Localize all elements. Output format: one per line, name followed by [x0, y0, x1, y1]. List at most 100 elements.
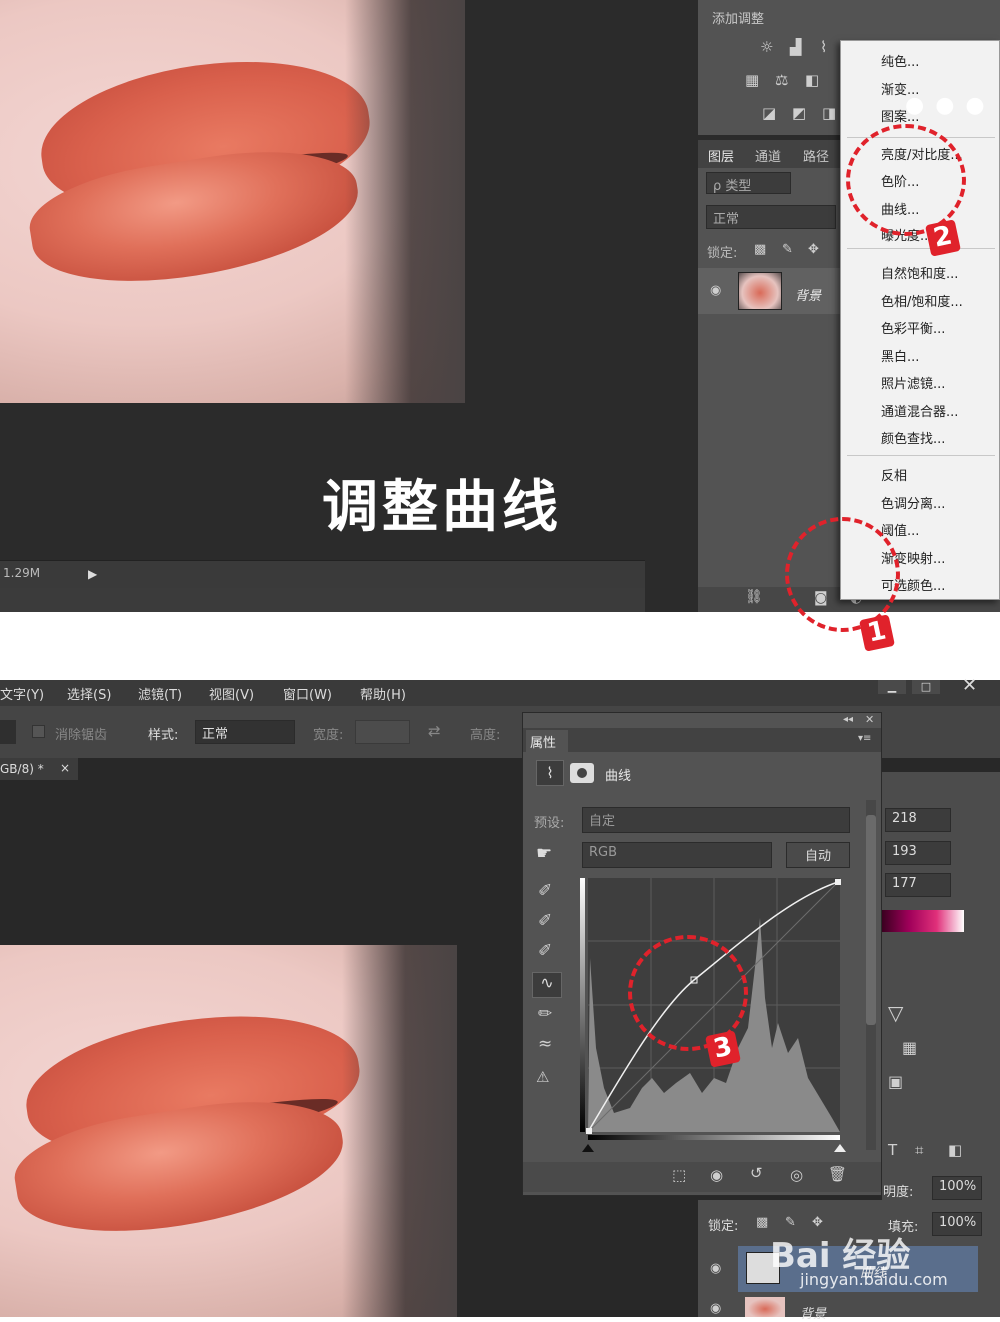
layer-bg-name: 背景 — [800, 1307, 827, 1322]
menu-window[interactable]: 窗口(W) — [283, 684, 332, 703]
color-ramp[interactable] — [882, 910, 964, 932]
close-window-icon[interactable]: ✕ — [962, 675, 977, 696]
channel-select[interactable]: RGB — [582, 842, 772, 868]
color-value-g[interactable]: 193 — [885, 841, 951, 865]
menu-item-photo-filter[interactable]: 照片滤镜... — [881, 373, 945, 392]
funnel-icon[interactable]: ▽ — [888, 1003, 903, 1023]
lips-photo-bottom — [0, 945, 457, 1317]
visibility-eye-icon[interactable]: ◉ — [710, 1302, 721, 1315]
opacity-input[interactable]: 100% — [932, 1176, 982, 1200]
menu-filter[interactable]: 滤镜(T) — [138, 684, 182, 703]
menu-text[interactable]: 文字(Y) — [0, 684, 44, 703]
target-adjust-hand-icon[interactable]: ☛ — [536, 843, 552, 864]
curves-adjust-icon: ⌇ — [536, 760, 564, 786]
menu-select[interactable]: 选择(S) — [67, 684, 111, 703]
menu-item-solid-color[interactable]: 纯色... — [881, 51, 919, 70]
doc-size: 1.29M — [3, 566, 41, 580]
menu-item-color-balance[interactable]: 色彩平衡... — [881, 318, 945, 337]
tab-layers[interactable]: 图层 — [708, 146, 734, 165]
menu-item-hue-saturation[interactable]: 色相/饱和度... — [881, 291, 963, 310]
reset-icon[interactable]: ↺ — [750, 1166, 763, 1181]
color-value-r[interactable]: 218 — [885, 808, 951, 832]
menu-item-channel-mixer[interactable]: 通道混合器... — [881, 401, 958, 420]
style-select[interactable]: 正常 — [195, 720, 295, 744]
lips-photo-top — [0, 0, 465, 403]
toggle-visibility-icon[interactable]: ◎ — [790, 1168, 803, 1183]
props-scrollbar[interactable] — [866, 800, 876, 1150]
white-input-slider — [834, 1144, 846, 1152]
visibility-eye-icon[interactable]: ◉ — [710, 284, 721, 297]
lock-label-bottom: 锁定: — [708, 1219, 739, 1234]
menu-separator — [847, 455, 995, 456]
lock-pixels-icon[interactable]: ▩ — [756, 1216, 768, 1229]
tab-paths[interactable]: 路径 — [803, 146, 829, 165]
fill-input[interactable]: 100% — [932, 1212, 982, 1236]
swap-icon[interactable]: ⇄ — [428, 722, 441, 740]
bw-icon[interactable]: ◧ — [805, 73, 819, 88]
crop-icon[interactable]: ⌗ — [915, 1143, 923, 1158]
auto-button[interactable]: 自动 — [786, 842, 850, 868]
posterize-icon[interactable]: ◩ — [792, 106, 806, 121]
lock-move-icon[interactable]: ✥ — [808, 243, 819, 256]
adjust-panel-title: 添加调整 — [712, 12, 765, 27]
threshold-icon[interactable]: ◨ — [822, 106, 836, 121]
bottom-strip — [0, 588, 645, 612]
curve-point-white — [835, 879, 841, 885]
curve-point-tool-icon[interactable]: ∿ — [532, 972, 562, 998]
menu-view[interactable]: 视图(V) — [209, 684, 254, 703]
props-menu-icon[interactable]: ▾≡ — [858, 733, 871, 744]
annotation-marker-1: 1 — [859, 614, 895, 652]
menu-item-invert[interactable]: 反相 — [881, 465, 907, 484]
smooth-curve-icon[interactable]: ≈ — [538, 1036, 552, 1053]
tool-preset[interactable] — [0, 720, 16, 744]
mask-icon[interactable] — [570, 763, 594, 783]
props-tab-bar — [523, 728, 881, 752]
tab-channels[interactable]: 通道 — [755, 146, 781, 165]
hue-icon[interactable]: ▦ — [745, 73, 759, 88]
gradient-icon[interactable]: ▣ — [888, 1074, 903, 1090]
visibility-eye-icon[interactable]: ◉ — [710, 1262, 721, 1275]
white-point-eyedropper-icon[interactable]: ✐ — [538, 943, 552, 960]
grid-icon[interactable]: ▦ — [902, 1040, 917, 1056]
preset-select[interactable]: 自定 — [582, 807, 850, 833]
menu-separator — [847, 248, 995, 249]
minimize-button[interactable]: ▁ — [878, 680, 906, 694]
balance-icon[interactable]: ⚖ — [775, 73, 788, 88]
menu-item-vibrance[interactable]: 自然饱和度... — [881, 263, 958, 282]
blend-mode-select[interactable]: 正常 — [706, 205, 836, 229]
doc-tab-title: GB/8) * — [0, 762, 44, 776]
black-point-eyedropper-icon[interactable]: ✐ — [538, 883, 552, 900]
lock-pixels-icon[interactable]: ▩ — [754, 243, 766, 256]
antialias-checkbox[interactable] — [32, 725, 45, 738]
lock-brush-icon[interactable]: ✎ — [782, 243, 793, 256]
menu-help[interactable]: 帮助(H) — [360, 684, 406, 703]
status-arrow-icon[interactable]: ▶ — [88, 567, 97, 581]
gray-point-eyedropper-icon[interactable]: ✐ — [538, 913, 552, 930]
curves-icon[interactable]: ⌇ — [820, 40, 827, 55]
tab-properties[interactable]: 属性 — [526, 730, 568, 752]
menu-item-threshold[interactable]: 阈值... — [881, 520, 919, 539]
type-tool-icon[interactable]: T — [888, 1143, 897, 1158]
layer-thumbnail — [738, 272, 782, 310]
delete-icon[interactable]: 🗑 — [828, 1167, 847, 1182]
shape-icon[interactable]: ◧ — [948, 1143, 962, 1158]
brightness-icon[interactable]: ☼ — [760, 40, 773, 55]
props-close-icon[interactable]: ✕ — [865, 713, 874, 726]
clipping-warning-icon[interactable]: ⚠ — [536, 1070, 549, 1085]
doc-tab-close-icon[interactable]: × — [60, 761, 70, 775]
menu-item-posterize[interactable]: 色调分离... — [881, 493, 945, 512]
kind-filter[interactable]: ρ 类型 — [706, 172, 791, 194]
width-input[interactable] — [355, 720, 410, 744]
maximize-button[interactable]: □ — [912, 680, 940, 694]
props-collapse-icon[interactable]: ◂◂ — [843, 714, 853, 725]
color-value-b[interactable]: 177 — [885, 873, 951, 897]
clip-to-layer-icon[interactable]: ⬚ — [672, 1168, 686, 1183]
invert-icon[interactable]: ◪ — [762, 106, 776, 121]
bg-layer-thumbnail — [745, 1297, 785, 1317]
levels-icon[interactable]: ▟ — [790, 40, 802, 55]
menu-item-color-lookup[interactable]: 颜色查找... — [881, 428, 945, 447]
link-layers-icon[interactable]: ⛓ — [745, 590, 763, 604]
view-previous-icon[interactable]: ◉ — [710, 1168, 723, 1183]
pencil-tool-icon[interactable]: ✏ — [538, 1006, 552, 1023]
menu-item-black-white[interactable]: 黑白... — [881, 346, 919, 365]
